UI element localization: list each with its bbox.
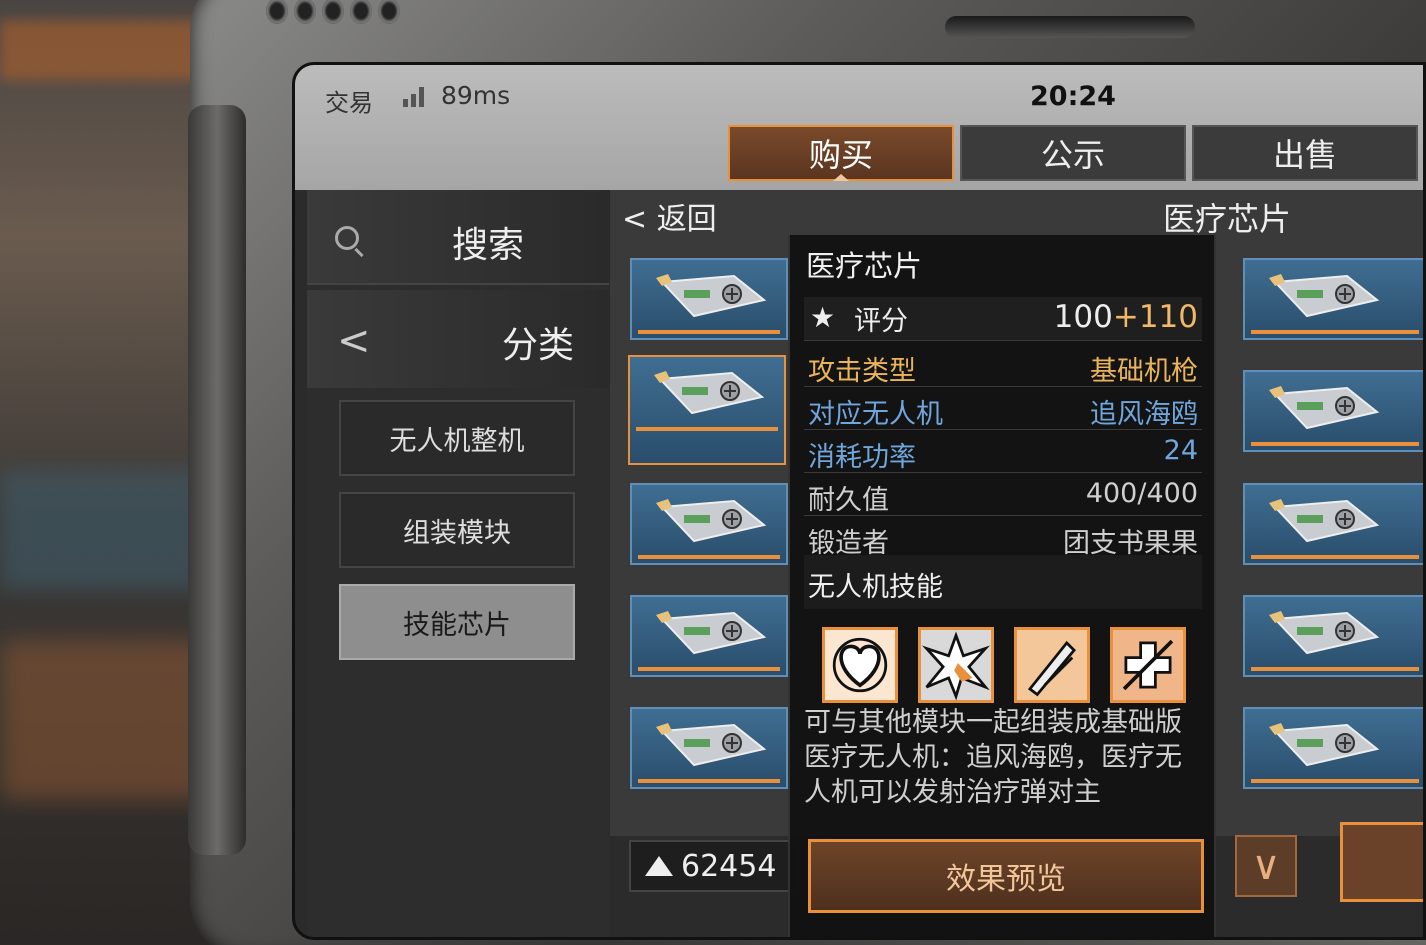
medical-chip-icon (1269, 386, 1380, 430)
item-card[interactable] (1243, 707, 1423, 789)
category-label: 分类 (502, 325, 575, 366)
sidebar-item-module[interactable]: 组装模块 (339, 492, 575, 568)
missile-icon[interactable] (1014, 627, 1090, 703)
expand-button[interactable]: ∨ (1235, 835, 1297, 897)
sidebar: 搜索 < 分类 无人机整机 组装模块 技能芯片 (307, 190, 609, 937)
currency-display: 62454 (629, 840, 799, 892)
action-button-partial[interactable] (1340, 822, 1423, 902)
explosion-icon[interactable] (918, 627, 994, 703)
item-card[interactable] (630, 707, 788, 789)
category-title: 医疗芯片 (1162, 200, 1291, 238)
currency-icon (645, 856, 673, 876)
medical-chip-icon (1269, 499, 1380, 543)
rating-star-icon: ★ (810, 301, 836, 334)
medical-chip-icon (1269, 611, 1380, 655)
item-card[interactable] (630, 483, 788, 565)
search-icon (335, 226, 359, 250)
chevron-left-icon: < (337, 318, 371, 364)
item-card[interactable] (1243, 258, 1423, 340)
medical-chip-icon (656, 499, 767, 543)
heart-shield-icon[interactable] (822, 627, 898, 703)
item-card[interactable] (1243, 483, 1423, 565)
item-description: 可与其他模块一起组装成基础版医疗无人机：追风海鸥，医疗无人机可以发射治疗弹对主 (804, 707, 1182, 808)
category-back-button[interactable]: < 分类 (307, 290, 609, 388)
attr-row: 对应无人机 追风海鸥 (804, 390, 1202, 430)
medical-chip-icon (656, 274, 767, 318)
item-detail-panel: 医疗芯片 ★ 评分 100+110 攻击类型 基础机枪 对应无人机 追风海鸥 消… (788, 235, 1216, 937)
tab-announce[interactable]: 公示 (960, 125, 1186, 181)
status-bar: 交易 89ms 20:24 购买 公示 出售 (295, 65, 1423, 190)
app-name: 交易 (325, 89, 373, 117)
score-value: 100+110 (1053, 299, 1198, 335)
score-label: 评分 (854, 306, 908, 337)
medical-chip-icon (1269, 723, 1380, 767)
trade-screen: 交易 89ms 20:24 购买 公示 出售 搜索 < 分类 无人机整机 组装模… (292, 62, 1426, 940)
detail-title: 医疗芯片 (806, 249, 923, 283)
signal-icon (403, 87, 424, 107)
medical-chip-icon (1269, 274, 1380, 318)
skill-icons (822, 627, 1186, 703)
medical-syringe-icon[interactable] (1110, 627, 1186, 703)
currency-amount: 62454 (681, 848, 777, 884)
attr-row: 消耗功率 24 (804, 433, 1202, 473)
item-card[interactable] (630, 258, 788, 340)
back-button[interactable]: < 返回 (622, 194, 717, 238)
chevron-down-icon: ∨ (1251, 843, 1281, 889)
tab-buy[interactable]: 购买 (728, 125, 954, 181)
device-side-rail (188, 105, 246, 855)
trade-tabs: 购买 公示 出售 (728, 125, 1418, 181)
medical-chip-icon (656, 723, 767, 767)
attr-row: 攻击类型 基础机枪 (804, 347, 1202, 387)
sidebar-item-drone[interactable]: 无人机整机 (339, 400, 575, 476)
item-card[interactable] (1243, 370, 1423, 452)
clock: 20:24 (1030, 81, 1116, 112)
effect-preview-button[interactable]: 效果预览 (808, 839, 1204, 913)
item-card[interactable] (630, 595, 788, 677)
device-grip (266, 0, 400, 24)
main-header: < 返回 医疗芯片 (610, 190, 1423, 238)
search-label: 搜索 (452, 225, 525, 266)
back-label: 返回 (656, 202, 717, 237)
attr-row: 耐久值 400/400 (804, 476, 1202, 516)
attr-row: 锻造者 团支书果果 (804, 519, 1202, 559)
medical-chip-icon (656, 611, 767, 655)
search-button[interactable]: 搜索 (307, 190, 609, 285)
sidebar-item-skill-chip[interactable]: 技能芯片 (339, 584, 575, 660)
device-top-slot (945, 16, 1195, 38)
ping-value: 89ms (441, 81, 511, 110)
score-row: ★ 评分 100+110 (804, 297, 1202, 341)
item-card-selected[interactable] (628, 355, 786, 465)
skills-title: 无人机技能 (808, 572, 943, 603)
tab-sell[interactable]: 出售 (1192, 125, 1418, 181)
item-card[interactable] (1243, 595, 1423, 677)
medical-chip-icon (654, 371, 765, 415)
